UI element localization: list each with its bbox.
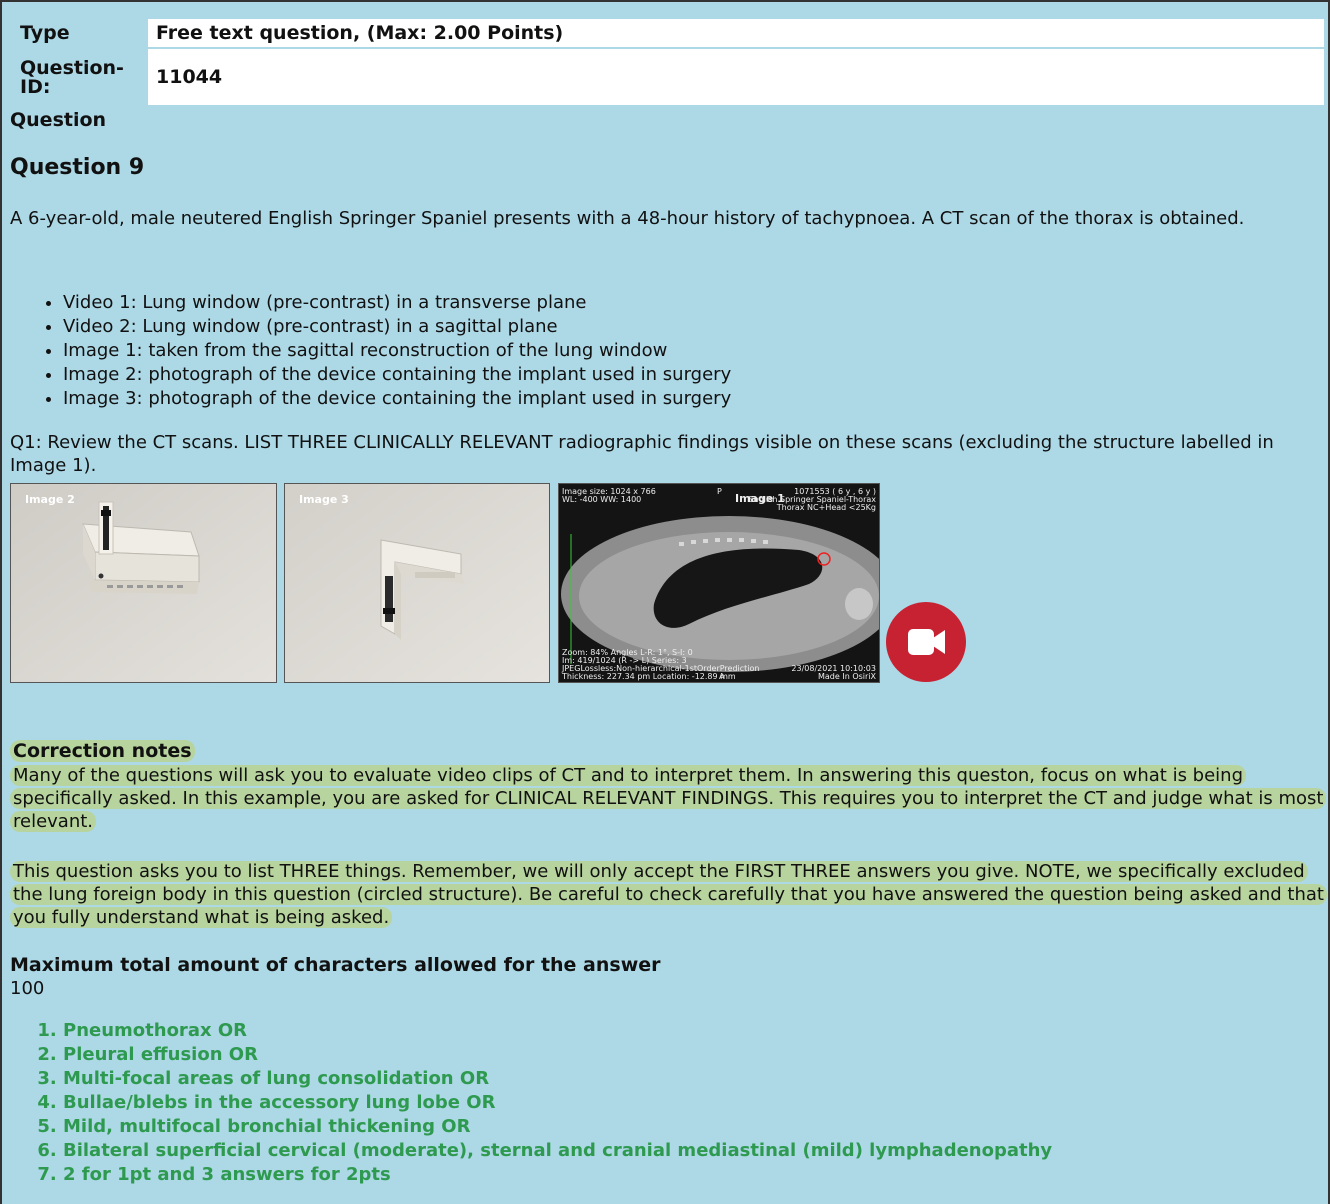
device-illustration-2	[11, 484, 276, 682]
answer-list: Pneumothorax OR Pleural effusion OR Mult…	[10, 1019, 1052, 1187]
device-illustration-3	[285, 484, 549, 682]
ct-info-top-center: P	[717, 487, 722, 496]
list-item: Image 3: photograph of the device contai…	[63, 387, 731, 411]
ct-info-bottom-center: A	[719, 672, 725, 681]
list-item: Bullae/blebs in the accessory lung lobe …	[63, 1091, 1052, 1115]
list-item: Mild, multifocal bronchial thickening OR	[63, 1115, 1052, 1139]
question-id-value: 11044	[146, 47, 1326, 107]
type-label: Type	[10, 17, 148, 49]
max-characters-label: Maximum total amount of characters allow…	[10, 954, 661, 976]
image-2-device-photo: Image 2	[10, 483, 277, 683]
video-camera-icon	[908, 629, 945, 655]
ct-info-bottom-left-4: Thickness: 227.34 pm Location: -12.89 mm	[562, 672, 736, 681]
list-item: Image 1: taken from the sagittal reconst…	[63, 339, 731, 363]
list-item: Bilateral superficial cervical (moderate…	[63, 1139, 1052, 1163]
image-3-device-photo: Image 3	[284, 483, 550, 683]
ct-info-top-right-3: Thorax NC+Head <25Kg	[776, 503, 876, 512]
question-meta-table: Type Free text question, (Max: 2.00 Poin…	[10, 17, 1326, 107]
question-intro: A 6-year-old, male neutered English Spri…	[10, 208, 1245, 229]
image-1-ct-scan: Image size: 1024 x 766 WL: -400 WW: 1400…	[558, 483, 880, 683]
question-id-label: Question- ID:	[10, 47, 148, 107]
type-row: Type Free text question, (Max: 2.00 Poin…	[10, 17, 1326, 49]
correction-notes-label: Correction notes	[10, 740, 195, 762]
image-3-label: Image 3	[299, 493, 349, 506]
correction-notes-paragraph-2: This question asks you to list THREE thi…	[10, 860, 1327, 929]
list-item: 2 for 1pt and 3 answers for 2pts	[63, 1163, 1052, 1187]
video-play-button[interactable]	[886, 602, 966, 682]
q1-text: Q1: Review the CT scans. LIST THREE CLIN…	[10, 432, 1274, 476]
type-value: Free text question, (Max: 2.00 Points)	[146, 17, 1326, 49]
list-item: Image 2: photograph of the device contai…	[63, 363, 731, 387]
question-page: Type Free text question, (Max: 2.00 Poin…	[2, 2, 1328, 1204]
list-item: Video 1: Lung window (pre-contrast) in a…	[63, 291, 731, 315]
ct-info-bottom-right-2: Made In OsiriX	[818, 672, 876, 681]
list-item: Pneumothorax OR	[63, 1019, 1052, 1043]
image-2-label: Image 2	[25, 493, 75, 506]
question-id-row: Question- ID: 11044	[10, 47, 1326, 107]
ct-info-top-left-2: WL: -400 WW: 1400	[562, 495, 642, 504]
list-item: Video 2: Lung window (pre-contrast) in a…	[63, 315, 731, 339]
question-title: Question 9	[10, 155, 145, 180]
max-characters-value: 100	[10, 978, 45, 999]
correction-notes-paragraph-1: Many of the questions will ask you to ev…	[10, 764, 1327, 833]
correction-notes-text-2: This question asks you to list THREE thi…	[10, 861, 1327, 928]
question-section-label: Question	[10, 109, 107, 131]
media-list: Video 1: Lung window (pre-contrast) in a…	[10, 291, 731, 411]
list-item: Multi-focal areas of lung consolidation …	[63, 1067, 1052, 1091]
correction-notes-text-1: Many of the questions will ask you to ev…	[10, 765, 1327, 832]
list-item: Pleural effusion OR	[63, 1043, 1052, 1067]
correction-notes-label-text: Correction notes	[10, 740, 195, 762]
